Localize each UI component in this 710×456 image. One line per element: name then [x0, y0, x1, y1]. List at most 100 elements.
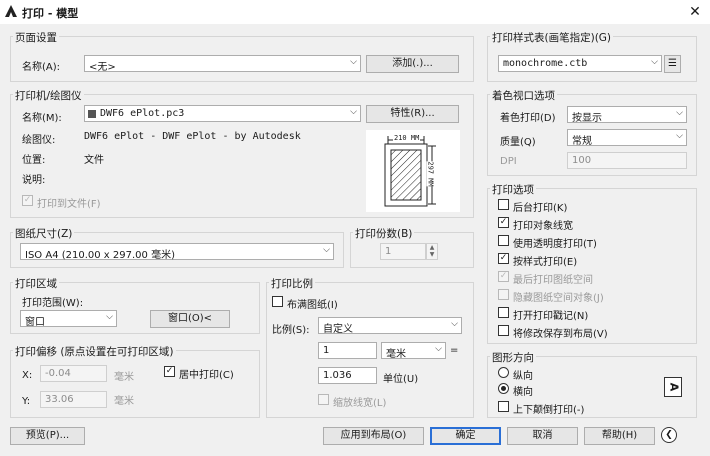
printer-name-combo[interactable]: DWF6 ePlot.pc3 ⌵ [84, 105, 361, 122]
upside-down-checkbox[interactable] [498, 401, 509, 412]
title-bar [0, 0, 710, 24]
fit-to-paper-label: 布满图纸(I) [287, 300, 338, 311]
printer-icon [88, 110, 96, 118]
plot-with-styles-label: 按样式打印(E) [513, 257, 578, 268]
preview-height-label: 297 MM [426, 161, 435, 187]
scale-paper-units-value: 1 [323, 345, 330, 356]
location-value: 文件 [84, 155, 104, 166]
plot-scale-label: 打印比例 [269, 276, 315, 291]
copies-input[interactable]: 1 [380, 243, 426, 260]
plot-style-table-value: monochrome.ctb [503, 58, 588, 69]
preview-width-label: 210 MM [393, 134, 421, 142]
quality-label: 质量(Q) [500, 137, 536, 148]
plot-offset-label: 打印偏移 (原点设置在可打印区域) [13, 344, 176, 359]
scale-combo[interactable]: 自定义 ⌵ [318, 317, 462, 335]
offset-x-label: X: [22, 370, 33, 381]
cancel-button[interactable]: 取消 [507, 427, 578, 445]
printer-name-label: 名称(M): [22, 113, 62, 124]
scale-unit-combo[interactable]: 毫米 ⌵ [381, 342, 446, 360]
page-setup-name-label: 名称(A): [22, 62, 61, 73]
upside-down-label: 上下颠倒打印(-) [513, 405, 585, 416]
offset-y-value: 33.06 [45, 394, 74, 405]
quality-combo[interactable]: 常规 ⌵ [567, 129, 687, 147]
plot-with-styles-checkbox[interactable]: ✓ [498, 253, 509, 264]
orientation-glyph: A [666, 382, 680, 392]
plot-style-table-combo[interactable]: monochrome.ctb ⌵ [498, 55, 662, 72]
background-plot-checkbox[interactable] [498, 199, 509, 210]
apply-to-layout-button[interactable]: 应用到布局(O) [323, 427, 424, 445]
chevron-down-icon: ⌵ [676, 131, 683, 141]
offset-y-label: Y: [22, 396, 31, 407]
paper-size-combo[interactable]: ISO A4 (210.00 x 297.00 毫米) ⌵ [20, 243, 334, 261]
collapse-glyph: ❮ [665, 430, 673, 440]
collapse-options-icon[interactable]: ❮ [661, 427, 677, 443]
plotter-label: 绘图仪: [22, 135, 56, 146]
preview-button[interactable]: 预览(P)... [10, 427, 85, 445]
plot-transparency-checkbox[interactable] [498, 235, 509, 246]
close-icon[interactable]: ✕ [686, 3, 704, 21]
offset-x-input[interactable]: -0.04 [40, 365, 107, 382]
scale-paper-units-input[interactable]: 1 [318, 342, 377, 359]
plot-style-table-label: 打印样式表(画笔指定)(G) [490, 30, 614, 45]
background-plot-label: 后台打印(K) [513, 203, 568, 214]
chevron-down-icon: ⌵ [676, 108, 683, 118]
plot-range-combo[interactable]: 窗口 ⌵ [20, 310, 117, 328]
chevron-down-icon: ⌵ [106, 312, 113, 322]
orientation-preview-icon: A [664, 377, 682, 397]
scale-drawing-units-value: 1.036 [323, 370, 352, 381]
dpi-input[interactable]: 100 [567, 152, 687, 169]
hide-paperspace-objects-label: 隐藏图纸空间对象(J) [513, 293, 604, 304]
equals-sign: = [450, 345, 459, 356]
save-to-layout-checkbox[interactable] [498, 325, 509, 336]
paper-size-value: ISO A4 (210.00 x 297.00 毫米) [25, 250, 175, 261]
landscape-radio[interactable] [498, 383, 509, 394]
printer-properties-button[interactable]: 特性(R)... [366, 105, 459, 123]
help-button[interactable]: 帮助(H) [584, 427, 655, 445]
center-plot-checkbox[interactable]: ✓ [164, 366, 175, 377]
plot-stamp-checkbox[interactable] [498, 307, 509, 318]
paper-preview: 210 MM 297 MM [366, 130, 460, 212]
scale-lineweights-label: 缩放线宽(L) [333, 398, 387, 409]
portrait-radio[interactable] [498, 367, 509, 378]
edit-table-icon: ☰ [668, 58, 677, 69]
center-plot-label: 居中打印(C) [179, 370, 234, 381]
print-to-file-label: 打印到文件(F) [37, 199, 101, 210]
print-to-file-checkbox[interactable]: ✓ [22, 195, 33, 206]
shade-plot-combo[interactable]: 按显示 ⌵ [567, 106, 687, 124]
scale-drawing-units-input[interactable]: 1.036 [318, 367, 377, 384]
plotter-value: DWF6 ePlot - DWF ePlot - by Autodesk [84, 131, 301, 142]
window-select-button[interactable]: 窗口(O)< [150, 310, 230, 328]
plot-paperspace-last-checkbox[interactable]: ✓ [498, 271, 509, 282]
location-label: 位置: [22, 155, 46, 166]
scale-lineweights-checkbox[interactable] [318, 394, 329, 405]
plot-range-value: 窗口 [25, 317, 45, 328]
edit-style-table-button[interactable]: ☰ [664, 55, 681, 73]
paper-size-label: 图纸尺寸(Z) [13, 226, 75, 241]
drawing-units-label: 单位(U) [383, 374, 419, 385]
offset-x-unit: 毫米 [114, 372, 134, 383]
offset-x-value: -0.04 [45, 368, 71, 379]
chevron-down-icon: ⌵ [323, 245, 330, 255]
plot-area-label: 打印区域 [13, 276, 59, 291]
description-label: 说明: [22, 175, 46, 186]
chevron-down-icon: ⌵ [435, 344, 442, 354]
plot-lineweights-checkbox[interactable]: ✓ [498, 217, 509, 228]
page-setup-name-combo[interactable]: <无> ⌵ [84, 55, 361, 73]
shade-plot-label: 着色打印(D) [500, 113, 556, 124]
copies-spinner[interactable]: ▲ ▼ [426, 243, 438, 260]
hide-paperspace-objects-checkbox[interactable] [498, 289, 509, 300]
printer-name-value: DWF6 ePlot.pc3 [100, 108, 185, 119]
add-page-setup-button[interactable]: 添加(.)... [366, 55, 459, 73]
dpi-label: DPI [500, 156, 517, 167]
chevron-down-icon: ⌵ [350, 57, 357, 67]
orientation-label: 图形方向 [490, 350, 536, 365]
plot-range-label: 打印范围(W): [22, 298, 84, 309]
save-to-layout-label: 将修改保存到布局(V) [513, 329, 608, 340]
chevron-down-icon: ⌵ [651, 57, 658, 67]
ok-button[interactable]: 确定 [430, 427, 501, 445]
window-title: 打印 - 模型 [22, 7, 79, 20]
offset-y-input[interactable]: 33.06 [40, 391, 107, 408]
plot-lineweights-label: 打印对象线宽 [513, 221, 573, 232]
fit-to-paper-checkbox[interactable] [272, 296, 283, 307]
portrait-label: 纵向 [513, 371, 533, 382]
